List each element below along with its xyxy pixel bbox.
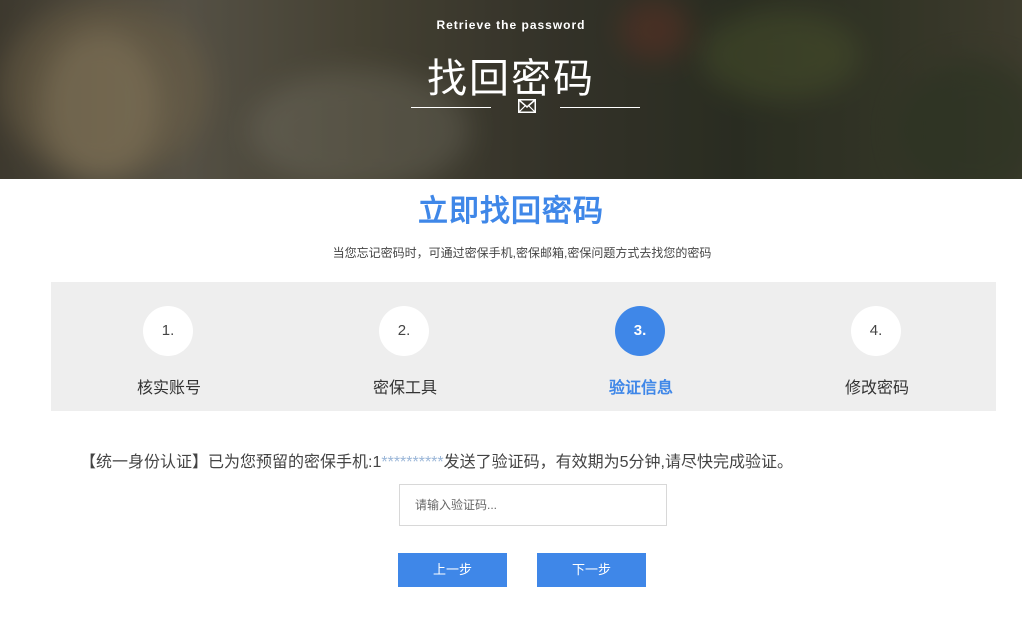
- masked-phone: **********: [381, 454, 444, 471]
- message-suffix: 发送了验证码，有效期为5分钟,请尽快完成验证。: [443, 454, 793, 471]
- verification-code-input[interactable]: [399, 484, 667, 526]
- banner-divider-right: [560, 107, 640, 108]
- step-verify-info: 3. 验证信息: [523, 282, 759, 411]
- banner-subtitle: Retrieve the password: [436, 18, 586, 32]
- step-security-tool: 2. 密保工具: [287, 282, 523, 411]
- step-label: 核实账号: [136, 380, 201, 397]
- step-change-password: 4. 修改密码: [759, 282, 995, 411]
- banner-title: 找回密码: [427, 57, 595, 101]
- step-number: 2.: [379, 306, 429, 356]
- page-description: 当您忘记密码时，可通过密保手机,密保邮箱,密保问题方式去找您的密码: [332, 246, 712, 260]
- progress-steps: 1. 核实账号 2. 密保工具 3. 验证信息 4. 修改密码: [51, 282, 996, 411]
- step-verify-account: 1. 核实账号: [51, 282, 287, 411]
- step-label: 验证信息: [608, 380, 673, 397]
- step-label: 修改密码: [844, 380, 909, 397]
- banner: Retrieve the password 找回密码: [0, 0, 1022, 179]
- step-number: 1.: [143, 306, 193, 356]
- verification-message: 【统一身份认证】已为您预留的密保手机:1**********发送了验证码，有效期…: [80, 448, 793, 472]
- envelope-icon: [518, 99, 536, 113]
- step-label: 密保工具: [372, 380, 437, 397]
- banner-divider-left: [411, 107, 491, 108]
- page-title: 立即找回密码: [418, 195, 604, 228]
- message-prefix: 【统一身份认证】已为您预留的密保手机:1: [80, 454, 382, 471]
- step-number: 4.: [851, 306, 901, 356]
- next-step-button[interactable]: 下一步: [537, 553, 646, 587]
- step-number: 3.: [615, 306, 665, 356]
- previous-step-button[interactable]: 上一步: [398, 553, 507, 587]
